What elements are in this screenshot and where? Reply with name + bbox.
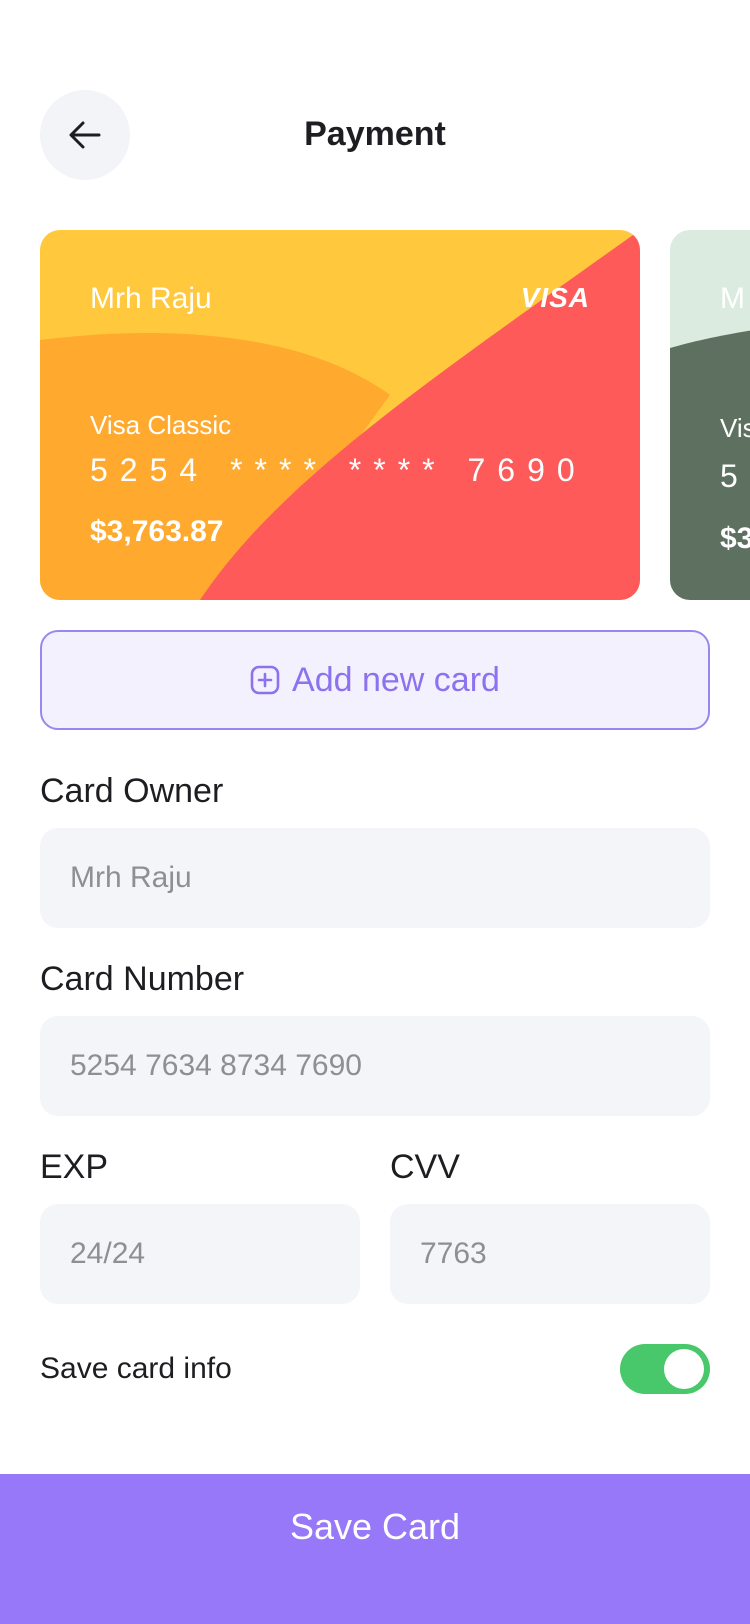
cvv-label: CVV (390, 1148, 460, 1186)
add-new-card-button[interactable]: Add new card (40, 630, 710, 730)
card-owner-input[interactable] (40, 828, 710, 928)
card-owner-label: Card Owner (40, 772, 224, 810)
card-number-masked: 5254 **** **** 7690 (90, 452, 587, 488)
card-balance: $3,763.87 (90, 515, 224, 548)
exp-input[interactable] (40, 1204, 360, 1304)
exp-label: EXP (40, 1148, 109, 1186)
card-number-label: Card Number (40, 960, 245, 998)
payment-card-visa[interactable]: Mrh Raju VISA Visa Classic 5254 **** ***… (40, 230, 640, 600)
visa-logo: VISA (520, 282, 590, 313)
cvv-input[interactable] (390, 1204, 710, 1304)
card-type: Vis (720, 413, 750, 443)
add-new-card-label: Add new card (292, 660, 500, 699)
save-card-button[interactable]: Save Card (0, 1474, 750, 1624)
page-title: Payment (304, 115, 446, 153)
save-card-info-toggle[interactable] (620, 1344, 710, 1394)
card-owner: Mrh Raju (90, 282, 212, 315)
toggle-knob (664, 1349, 704, 1389)
card-carousel[interactable]: Mrh Raju VISA Visa Classic 5254 **** ***… (0, 230, 750, 600)
payment-card-next[interactable]: M Vis 5 $3 (670, 230, 750, 600)
card-owner: M (720, 282, 745, 315)
card-number-masked: 5 (720, 458, 750, 494)
header: Payment (0, 0, 750, 200)
card-number-input[interactable] (40, 1016, 710, 1116)
card-type: Visa Classic (90, 410, 232, 440)
plus-square-icon (250, 665, 280, 695)
save-card-info-label: Save card info (40, 1352, 232, 1385)
card-balance: $3 (720, 522, 750, 555)
